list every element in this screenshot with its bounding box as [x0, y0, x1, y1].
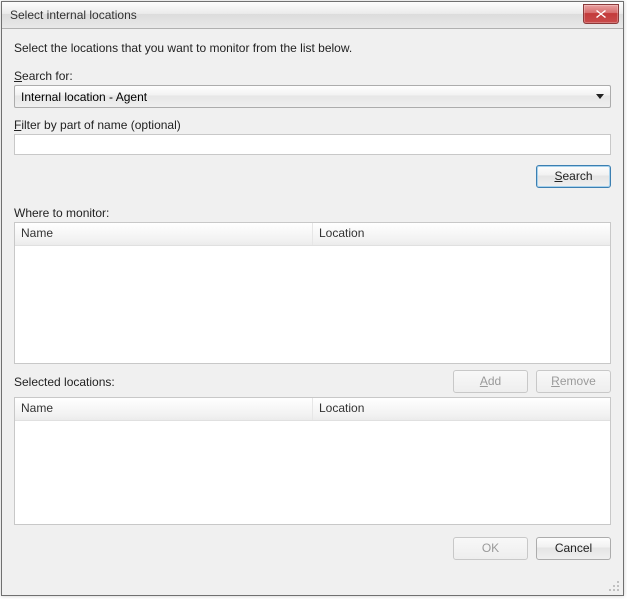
cancel-button[interactable]: Cancel	[536, 537, 611, 560]
dialog-window: Select internal locations Select the loc…	[1, 1, 624, 596]
selected-locations-list[interactable]: Name Location	[14, 397, 611, 525]
search-for-value: Internal location - Agent	[21, 90, 147, 104]
list-header: Name Location	[15, 223, 610, 246]
search-button[interactable]: Search	[536, 165, 611, 188]
close-button[interactable]	[583, 4, 619, 24]
search-for-dropdown[interactable]: Internal location - Agent	[14, 85, 611, 108]
list-body	[15, 421, 610, 524]
column-location[interactable]: Location	[313, 398, 610, 420]
instruction-text: Select the locations that you want to mo…	[14, 41, 611, 55]
chevron-down-icon	[596, 94, 604, 99]
search-for-label: Search for:	[14, 69, 611, 83]
filter-label: Filter by part of name (optional)	[14, 118, 611, 132]
list-body	[15, 246, 610, 363]
where-to-monitor-list[interactable]: Name Location	[14, 222, 611, 364]
selected-locations-label: Selected locations:	[14, 375, 453, 389]
resize-grip-icon[interactable]	[607, 579, 621, 593]
list-header: Name Location	[15, 398, 610, 421]
filter-input[interactable]	[14, 134, 611, 155]
window-title: Select internal locations	[10, 8, 137, 22]
remove-button: Remove	[536, 370, 611, 393]
titlebar: Select internal locations	[2, 2, 623, 29]
ok-button: OK	[453, 537, 528, 560]
close-icon	[596, 10, 606, 18]
where-to-monitor-label: Where to monitor:	[14, 206, 611, 220]
column-name[interactable]: Name	[15, 398, 313, 420]
add-button: Add	[453, 370, 528, 393]
column-name[interactable]: Name	[15, 223, 313, 245]
dialog-content: Select the locations that you want to mo…	[2, 29, 623, 595]
column-location[interactable]: Location	[313, 223, 610, 245]
